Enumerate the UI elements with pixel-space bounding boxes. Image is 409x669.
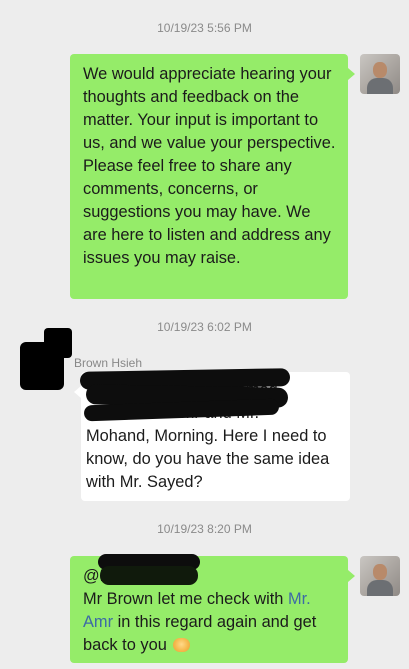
bubble-tail bbox=[74, 386, 81, 398]
message-text: We would appreciate hearing your thought… bbox=[83, 65, 336, 267]
avatar-body-icon bbox=[367, 78, 393, 94]
bubble-tail bbox=[348, 570, 355, 582]
bubble-tail bbox=[348, 68, 355, 80]
sender-name: Brown Hsieh bbox=[74, 356, 143, 370]
my-avatar[interactable] bbox=[360, 556, 400, 596]
my-avatar[interactable] bbox=[360, 54, 400, 94]
timestamp: 10/19/23 5:56 PM bbox=[157, 21, 252, 35]
redaction-scribble bbox=[100, 566, 198, 585]
timestamp: 10/19/23 8:20 PM bbox=[157, 522, 252, 536]
avatar-body-icon bbox=[367, 580, 393, 596]
avatar-face-icon bbox=[373, 564, 387, 580]
smile-emoji-icon bbox=[173, 638, 191, 652]
message-text: Mr Brown let me check with Mr. Amr in th… bbox=[83, 588, 336, 657]
redaction-mark bbox=[44, 328, 72, 358]
text-part: in this regard again and get back to you bbox=[83, 613, 317, 654]
message-text: Mohand, Morning. Here I need to know, do… bbox=[86, 427, 330, 491]
avatar-face-icon bbox=[373, 62, 387, 78]
text-part: Mr Brown let me check with bbox=[83, 590, 288, 608]
message-bubble[interactable]: We would appreciate hearing your thought… bbox=[70, 54, 348, 299]
